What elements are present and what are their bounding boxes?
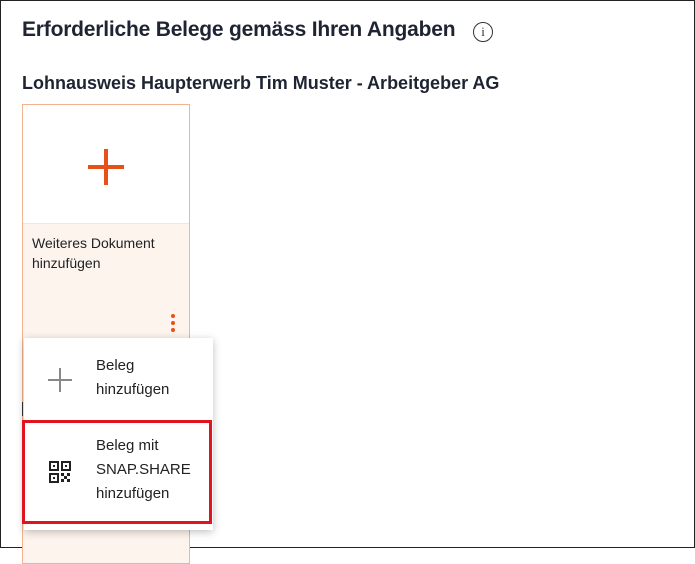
context-menu: Beleg hinzufügen Beleg mit SNAP.SHARE hi… [24,338,213,530]
menu-item-add-snapshare[interactable]: Beleg mit SNAP.SHARE hinzufügen [24,420,213,528]
text-caret [22,402,23,416]
menu-item-add-receipt[interactable]: Beleg hinzufügen [24,338,213,418]
menu-item-label: Beleg mit SNAP.SHARE hinzufügen [96,434,191,506]
document-section-title: Lohnausweis Haupterwerb Tim Muster - Arb… [22,73,500,93]
add-document-button[interactable] [23,105,189,224]
plus-icon [48,368,72,392]
menu-item-label: Beleg hinzufügen [96,354,169,402]
qr-code-icon [49,461,71,483]
card-label-line1: Weiteres Dokument [32,235,155,251]
menu-item-label-line: Beleg [96,357,135,374]
kebab-menu-icon[interactable] [168,314,178,334]
menu-item-label-line: hinzufügen [96,381,170,398]
page-title: Erforderliche Belege gemäss Ihren Angabe… [22,18,456,41]
card-label: Weiteres Dokument hinzufügen [32,233,182,273]
menu-item-label-line: SNAP.SHARE [96,461,191,478]
menu-item-label-line: Beleg mit [96,437,159,454]
card-label-line2: hinzufügen [32,255,101,271]
menu-item-label-line: hinzufügen [96,485,170,502]
info-icon[interactable]: i [473,22,493,42]
plus-icon [88,149,124,185]
